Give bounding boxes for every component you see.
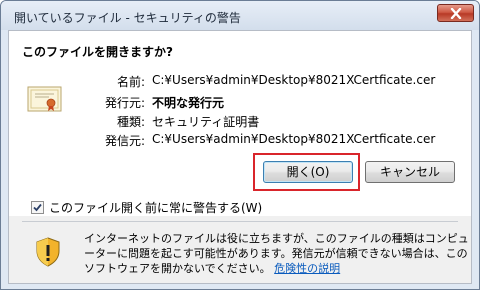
close-icon xyxy=(450,8,462,19)
field-publisher-row: 発行元: 不明な発行元 xyxy=(9,94,471,112)
question-heading: このファイルを開きますか? xyxy=(22,45,173,59)
field-value: C:¥Users¥admin¥Desktop¥8021XCertficate.c… xyxy=(152,132,436,146)
field-value: セキュリティ証明書 xyxy=(152,115,260,129)
field-source-row: 発信元: C:¥Users¥admin¥Desktop¥8021XCertfic… xyxy=(9,132,471,150)
warning-message: インターネットのファイルは役に立ちますが、このファイルの種類はコンピューターに問… xyxy=(84,231,469,276)
shield-warning-icon xyxy=(35,237,61,267)
field-label: 発行元: xyxy=(104,96,145,110)
field-name-row: 名前: C:¥Users¥admin¥Desktop¥8021XCertfica… xyxy=(9,73,471,91)
window-title: 開いているファイル - セキュリティの警告 xyxy=(14,11,241,25)
check-icon xyxy=(33,203,42,212)
field-value: C:¥Users¥admin¥Desktop¥8021XCertficate.c… xyxy=(152,73,436,87)
warn-checkbox-label[interactable]: このファイル開く前に常に警告する(W) xyxy=(49,199,262,216)
security-warning-dialog: 開いているファイル - セキュリティの警告 このファイルを開きますか? 名前: … xyxy=(0,0,480,290)
close-button[interactable] xyxy=(437,4,474,22)
field-value: 不明な発行元 xyxy=(152,96,225,110)
field-type-row: 種類: セキュリティ証明書 xyxy=(9,113,471,131)
field-label: 種類: xyxy=(116,115,145,129)
dialog-body: このファイルを開きますか? 名前: C:¥Users¥admin¥Desktop… xyxy=(8,30,472,284)
file-info-panel: このファイルを開きますか? 名前: C:¥Users¥admin¥Desktop… xyxy=(9,31,471,216)
warn-checkbox[interactable] xyxy=(31,201,44,214)
field-label: 名前: xyxy=(116,75,145,89)
cancel-button[interactable]: キャンセル xyxy=(365,161,455,183)
divider xyxy=(22,221,458,222)
title-bar[interactable]: 開いているファイル - セキュリティの警告 xyxy=(1,1,479,30)
field-label: 発信元: xyxy=(104,134,145,148)
open-button-highlight xyxy=(253,153,360,191)
risk-explanation-link[interactable]: 危険性の説明 xyxy=(274,262,340,275)
